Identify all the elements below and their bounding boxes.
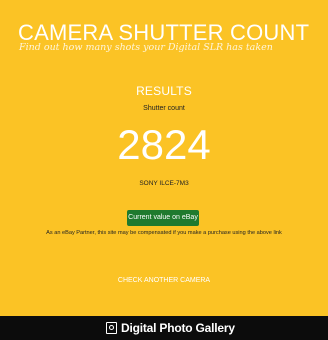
page: CAMERA SHUTTER COUNT Find out how many s… — [0, 0, 328, 340]
results-heading: RESULTS — [136, 84, 192, 98]
footer-brand[interactable]: Digital Photo Gallery — [106, 321, 235, 335]
shutter-count-label: Shutter count — [143, 105, 185, 112]
camera-model: SONY ILCE-7M3 — [139, 180, 189, 187]
ebay-disclaimer: As an eBay Partner, this site may be com… — [46, 230, 282, 236]
footer: Digital Photo Gallery — [0, 316, 328, 340]
dpg-logo-icon — [106, 322, 117, 334]
ebay-value-button[interactable]: Current value on eBay — [127, 210, 199, 226]
page-subtitle: Find out how many shots your Digital SLR… — [19, 42, 273, 53]
check-another-camera-link[interactable]: CHECK ANOTHER CAMERA — [0, 277, 328, 284]
brand-name: Digital Photo Gallery — [121, 321, 235, 335]
shutter-count-value: 2824 — [117, 121, 211, 168]
